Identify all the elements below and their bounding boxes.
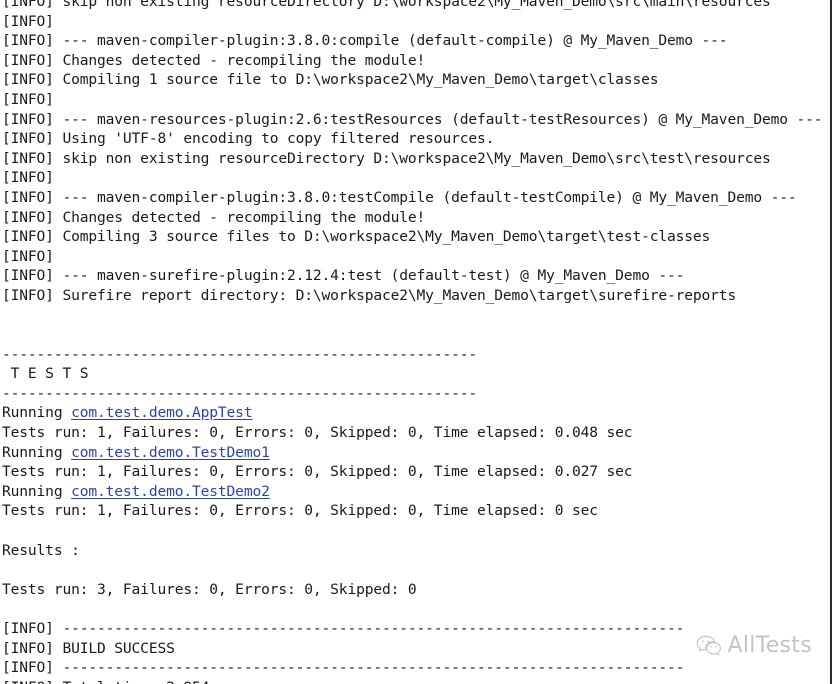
console-text: [INFO] Total time: 2.954 s bbox=[2, 679, 227, 684]
console-text: [INFO] ---------------------------------… bbox=[2, 659, 685, 677]
console-line: Running com.test.demo.TestDemo2 bbox=[0, 482, 830, 502]
console-text: [INFO] bbox=[2, 90, 54, 108]
console-text: [INFO] skip non existing resourceDirecto… bbox=[2, 149, 771, 167]
console-line: Tests run: 1, Failures: 0, Errors: 0, Sk… bbox=[0, 423, 830, 443]
console-line: Tests run: 3, Failures: 0, Errors: 0, Sk… bbox=[0, 580, 830, 600]
build-console[interactable]: [INFO] skip non existing resourceDirecto… bbox=[0, 0, 832, 684]
console-line: [INFO] ---------------------------------… bbox=[0, 619, 830, 639]
console-line: [INFO] --- maven-resources-plugin:2.6:te… bbox=[0, 110, 830, 130]
console-line: [INFO] skip non existing resourceDirecto… bbox=[0, 149, 830, 169]
console-line: [INFO] Changes detected - recompiling th… bbox=[0, 208, 830, 228]
console-line: [INFO] bbox=[0, 168, 830, 188]
console-text: [INFO] --- maven-resources-plugin:2.6:te… bbox=[2, 110, 823, 128]
console-line: [INFO] bbox=[0, 247, 830, 267]
console-text: Running bbox=[2, 482, 72, 500]
console-line: Tests run: 1, Failures: 0, Errors: 0, Sk… bbox=[0, 462, 830, 482]
console-line: [INFO] Compiling 1 source file to D:\wor… bbox=[0, 70, 830, 90]
console-text: [INFO] Compiling 3 source files to D:\wo… bbox=[2, 228, 711, 246]
console-text: [INFO] --- maven-compiler-plugin:3.8.0:c… bbox=[2, 32, 728, 50]
console-line: [INFO] --- maven-compiler-plugin:3.8.0:t… bbox=[0, 188, 830, 208]
console-line: T E S T S bbox=[0, 364, 830, 384]
console-text: [INFO] bbox=[2, 247, 54, 265]
console-line: [INFO] Changes detected - recompiling th… bbox=[0, 51, 830, 71]
console-text: [INFO] Surefire report directory: D:\wor… bbox=[2, 286, 737, 304]
console-line: [INFO] --- maven-compiler-plugin:3.8.0:c… bbox=[0, 31, 830, 51]
console-text: [INFO] bbox=[2, 12, 54, 30]
console-text: Results : bbox=[2, 541, 80, 559]
console-text: Tests run: 1, Failures: 0, Errors: 0, Sk… bbox=[2, 502, 598, 520]
console-text: [INFO] --- maven-surefire-plugin:2.12.4:… bbox=[2, 267, 685, 285]
console-line: ----------------------------------------… bbox=[0, 345, 830, 365]
console-text: ----------------------------------------… bbox=[2, 345, 477, 363]
console-text: Tests run: 1, Failures: 0, Errors: 0, Sk… bbox=[2, 463, 633, 481]
console-line: [INFO] skip non existing resourceDirecto… bbox=[0, 0, 830, 12]
console-text: [INFO] Changes detected - recompiling th… bbox=[2, 51, 426, 69]
console-line: [INFO] Using 'UTF-8' encoding to copy fi… bbox=[0, 129, 830, 149]
console-text: ----------------------------------------… bbox=[2, 384, 477, 402]
console-line: Running com.test.demo.TestDemo1 bbox=[0, 443, 830, 463]
console-line: Running com.test.demo.AppTest bbox=[0, 403, 830, 423]
console-text: [INFO] skip non existing resourceDirecto… bbox=[2, 0, 771, 10]
test-class-link[interactable]: com.test.demo.AppTest bbox=[71, 404, 253, 421]
console-line: [INFO] --- maven-surefire-plugin:2.12.4:… bbox=[0, 266, 830, 286]
console-text: [INFO] ---------------------------------… bbox=[2, 620, 685, 637]
console-text: Tests run: 3, Failures: 0, Errors: 0, Sk… bbox=[2, 580, 417, 598]
console-line: [INFO] Total time: 2.954 s bbox=[0, 678, 830, 684]
console-text: Tests run: 1, Failures: 0, Errors: 0, Sk… bbox=[2, 424, 633, 442]
console-log-output: [INFO] skip non existing resourceDirecto… bbox=[0, 0, 830, 684]
console-text: Running bbox=[2, 443, 72, 461]
test-class-link[interactable]: com.test.demo.TestDemo2 bbox=[71, 483, 270, 500]
console-line: [INFO] bbox=[0, 12, 830, 32]
console-text: [INFO] --- maven-compiler-plugin:3.8.0:t… bbox=[2, 188, 797, 206]
console-text: [INFO] bbox=[2, 169, 54, 187]
console-text: [INFO] Compiling 1 source file to D:\wor… bbox=[2, 71, 659, 89]
console-line: Results : bbox=[0, 541, 830, 561]
console-text: Running bbox=[2, 404, 72, 422]
console-line: [INFO] bbox=[0, 90, 830, 110]
console-line: ----------------------------------------… bbox=[0, 384, 830, 404]
console-line: [INFO] ---------------------------------… bbox=[0, 658, 830, 678]
test-class-link[interactable]: com.test.demo.TestDemo1 bbox=[71, 444, 270, 461]
console-text: [INFO] BUILD SUCCESS bbox=[2, 639, 175, 657]
console-text: T E S T S bbox=[2, 365, 89, 383]
console-text: [INFO] Using 'UTF-8' encoding to copy fi… bbox=[2, 130, 495, 148]
console-line: [INFO] BUILD SUCCESS bbox=[0, 639, 830, 659]
console-line: [INFO] Compiling 3 source files to D:\wo… bbox=[0, 227, 830, 247]
console-text: [INFO] Changes detected - recompiling th… bbox=[2, 208, 426, 226]
console-line: Tests run: 1, Failures: 0, Errors: 0, Sk… bbox=[0, 501, 830, 521]
console-line: [INFO] Surefire report directory: D:\wor… bbox=[0, 286, 830, 306]
